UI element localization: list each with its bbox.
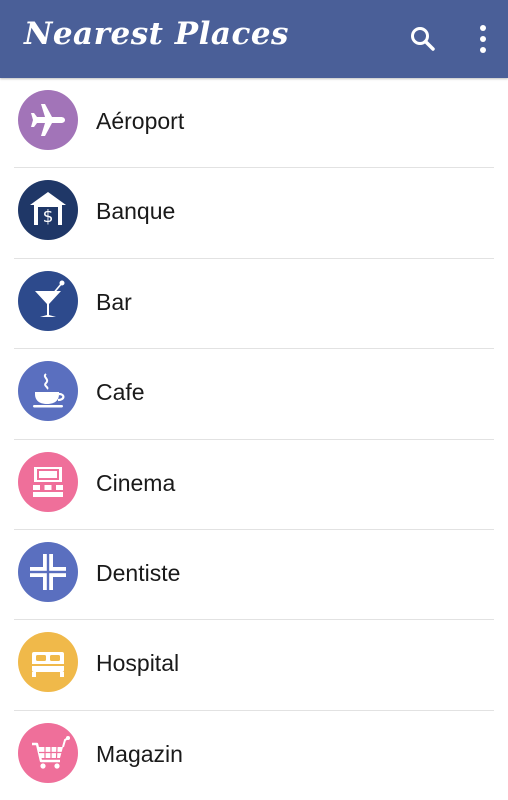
hospital-bed-icon — [18, 632, 78, 693]
cocktail-glass-icon — [18, 270, 78, 331]
list-item-hospital[interactable]: Hospital — [0, 620, 508, 712]
app-title: Nearest Places — [24, 16, 289, 52]
place-icon-circle — [18, 270, 78, 331]
list-item-label: Magazin — [96, 740, 183, 767]
place-icon-circle — [18, 722, 78, 783]
bank-icon: $ — [18, 180, 78, 241]
list-item-label: Dentiste — [96, 559, 181, 586]
place-icon-circle — [18, 451, 78, 512]
search-button[interactable] — [401, 17, 445, 61]
list-item-label: Banque — [96, 198, 176, 225]
place-icon-circle — [18, 361, 78, 422]
list-item-label: Cinema — [96, 469, 176, 496]
list-item-label: Hospital — [96, 650, 180, 677]
place-icon-circle — [18, 90, 78, 150]
cinema-icon — [18, 451, 78, 512]
places-list: Aéroport $ Banque Bar Cafe Cinema Dentis… — [0, 78, 508, 800]
overflow-menu-button[interactable] — [461, 17, 505, 61]
list-item-cinema[interactable]: Cinema — [0, 440, 508, 531]
list-item-bar[interactable]: Bar — [0, 259, 508, 350]
app-bar: Nearest Places — [0, 0, 508, 78]
airplane-icon — [18, 90, 78, 150]
coffee-cup-icon — [18, 361, 78, 422]
list-item-label: Cafe — [96, 379, 145, 406]
list-item-label: Bar — [96, 288, 132, 315]
list-item-aeroport[interactable]: Aéroport — [0, 78, 508, 169]
list-item-cafe[interactable]: Cafe — [0, 349, 508, 440]
medical-cross-icon — [18, 541, 78, 602]
svg-text:$: $ — [43, 207, 54, 227]
list-item-label: Aéroport — [96, 108, 185, 134]
place-icon-circle: $ — [18, 180, 78, 241]
place-icon-circle — [18, 541, 78, 602]
shopping-cart-icon — [18, 722, 78, 783]
more-vert-icon — [480, 25, 486, 53]
list-item-magazin[interactable]: Magazin — [0, 711, 508, 800]
search-icon — [411, 27, 435, 51]
list-item-banque[interactable]: $ Banque — [0, 168, 508, 260]
place-icon-circle — [18, 632, 78, 693]
list-item-dentiste[interactable]: Dentiste — [0, 530, 508, 621]
